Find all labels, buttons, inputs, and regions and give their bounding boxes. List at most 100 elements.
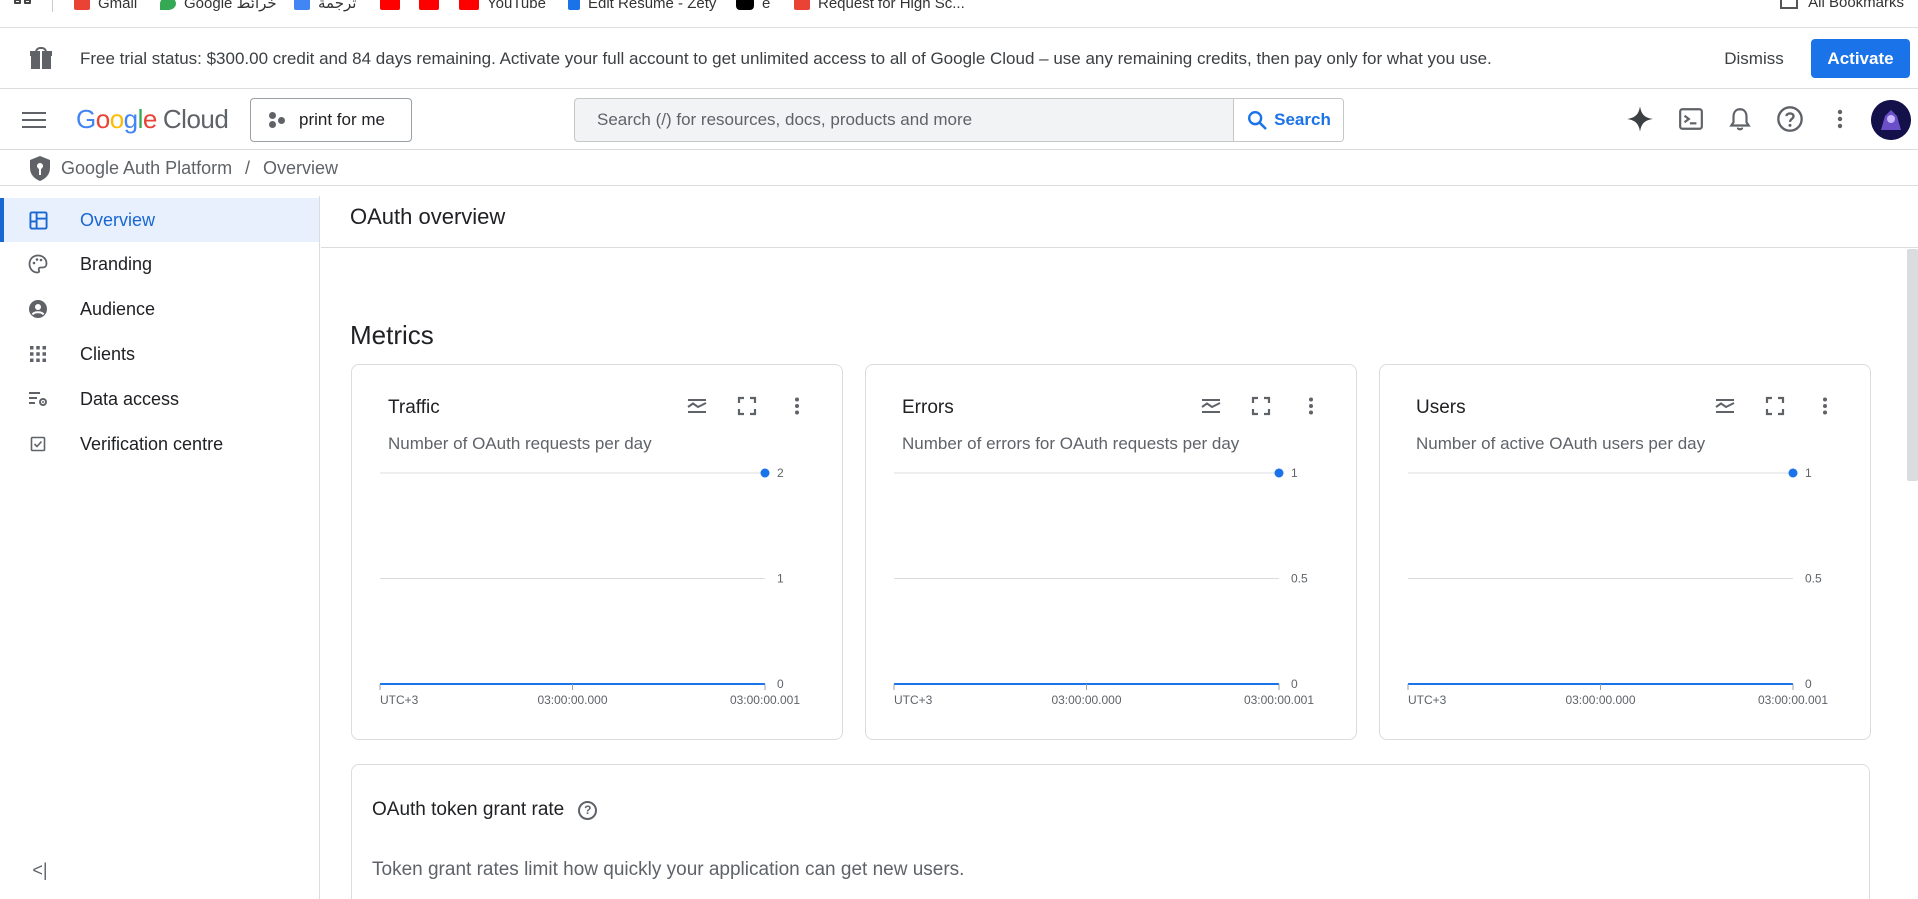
- search-input[interactable]: [575, 99, 1233, 141]
- help-circle-icon[interactable]: ?: [578, 800, 598, 820]
- bookmark-google-maps[interactable]: Google خرائط: [160, 0, 277, 12]
- project-dots-icon: [269, 112, 285, 128]
- metric-chart: 1 0.5 0 UTC+3 03:00:00.000 03:00:00.001: [1407, 466, 1828, 707]
- data-point[interactable]: [1788, 468, 1798, 478]
- data-point[interactable]: [760, 468, 770, 478]
- bookmark-youtube[interactable]: YouTube: [459, 0, 546, 12]
- account-avatar[interactable]: [1871, 100, 1911, 140]
- card-subtitle: Number of active OAuth users per day: [1416, 434, 1706, 453]
- more-vert-icon[interactable]: [1298, 393, 1324, 419]
- y-tick-label: 0: [1805, 677, 1812, 691]
- logo-cloud: Cloud: [162, 104, 229, 134]
- legend-toggle-icon[interactable]: [1712, 393, 1738, 419]
- x-tick-label: 03:00:00.000: [537, 693, 607, 707]
- project-name: print for me: [299, 110, 385, 129]
- auth-shield-icon: [30, 156, 50, 181]
- x-tick-label: 03:00:00.001: [1758, 693, 1828, 707]
- sidebar: Overview Branding Audience Clients Data …: [0, 196, 320, 899]
- metrics-heading: Metrics: [350, 320, 434, 350]
- gemini-sparkle-icon[interactable]: [1625, 104, 1655, 134]
- fullscreen-icon[interactable]: [734, 393, 760, 419]
- y-tick-label: 1: [777, 572, 784, 586]
- bookmark-request[interactable]: Request for High Sc...: [794, 0, 965, 12]
- sidebar-item-verification-centre[interactable]: Verification centre: [0, 422, 319, 466]
- youtube-icon: [419, 0, 439, 10]
- grant-rate-description: Token grant rates limit how quickly your…: [372, 859, 965, 880]
- main-content: OAuth overview Metrics Traffic Number of …: [321, 186, 1918, 899]
- search-button-label: Search: [1274, 110, 1331, 129]
- sidebar-item-label: Verification centre: [80, 433, 224, 454]
- legend-toggle-icon[interactable]: [684, 393, 710, 419]
- fullscreen-icon[interactable]: [1762, 393, 1788, 419]
- youtube-icon: [380, 0, 400, 10]
- data-point[interactable]: [1274, 468, 1284, 478]
- bookmark-translate[interactable]: ترجمة: [294, 0, 356, 12]
- cloud-shell-terminal-icon[interactable]: [1676, 104, 1706, 134]
- maps-pin-icon: [160, 0, 176, 10]
- card-subtitle: Number of errors for OAuth requests per …: [902, 434, 1240, 453]
- search-button[interactable]: Search: [1233, 99, 1343, 141]
- dismiss-button[interactable]: Dismiss: [1704, 40, 1804, 77]
- logo-google: Google: [76, 104, 157, 134]
- notifications-bell-icon[interactable]: [1725, 104, 1755, 134]
- breadcrumb-root[interactable]: Google Auth Platform: [61, 151, 232, 186]
- collapse-sidebar-icon[interactable]: <|: [30, 860, 50, 880]
- sidebar-item-overview[interactable]: Overview: [0, 198, 319, 242]
- main-menu-icon[interactable]: [22, 109, 46, 129]
- sidebar-item-label: Overview: [80, 209, 156, 230]
- bookmark-youtube-1[interactable]: [380, 0, 400, 12]
- help-icon[interactable]: [1775, 104, 1805, 134]
- page-header: OAuth overview: [321, 186, 1918, 248]
- activate-button[interactable]: Activate: [1811, 39, 1910, 78]
- metric-chart: 1 0.5 0 UTC+3 03:00:00.000 03:00:00.001: [893, 466, 1314, 707]
- x-tick-label: UTC+3: [894, 693, 933, 707]
- sidebar-item-clients[interactable]: Clients: [0, 332, 319, 376]
- y-tick-label: 0: [1291, 677, 1298, 691]
- scrollbar-thumb[interactable]: [1907, 249, 1918, 481]
- project-picker-button[interactable]: print for me: [250, 98, 412, 142]
- bookmark-youtube-2[interactable]: [419, 0, 439, 12]
- x-tick-label: UTC+3: [1408, 693, 1447, 707]
- token-grant-rate-card: OAuth token grant rate ? Token grant rat…: [351, 764, 1870, 899]
- card-title: Traffic: [388, 397, 440, 418]
- fullscreen-icon[interactable]: [1248, 393, 1274, 419]
- google-cloud-logo[interactable]: Google Cloud: [76, 102, 229, 136]
- sidebar-item-audience[interactable]: Audience: [0, 287, 319, 331]
- bookmark-label: Edit Resume - Zety: [588, 0, 717, 12]
- y-tick-label: 1: [1291, 466, 1298, 480]
- trial-status-text: Free trial status: $300.00 credit and 84…: [80, 49, 1492, 68]
- bookmark-favicon-icon: [736, 0, 754, 10]
- palette-icon: [28, 254, 48, 274]
- x-tick-label: 03:00:00.001: [1244, 693, 1314, 707]
- metric-card-traffic: Traffic Number of OAuth requests per day 2…: [351, 364, 843, 740]
- more-vert-icon[interactable]: [784, 393, 810, 419]
- folder-icon: [1780, 0, 1799, 9]
- bookmark-label: ترجمة: [318, 0, 357, 12]
- bookmark-e[interactable]: e: [736, 0, 770, 12]
- apps-grid-icon[interactable]: [14, 0, 34, 12]
- search-icon: [1248, 111, 1267, 130]
- more-options-icon[interactable]: [1825, 104, 1855, 134]
- sidebar-item-branding[interactable]: Branding: [0, 242, 319, 286]
- card-subtitle: Number of OAuth requests per day: [388, 434, 652, 453]
- youtube-icon: [459, 0, 479, 10]
- metric-card-users: Users Number of active OAuth users per da…: [1379, 364, 1871, 740]
- metric-card-errors: Errors Number of errors for OAuth request…: [865, 364, 1357, 740]
- all-bookmarks[interactable]: All Bookmarks: [1780, 0, 1904, 11]
- gift-icon: [30, 47, 52, 69]
- more-vert-icon[interactable]: [1812, 393, 1838, 419]
- bookmark-label: Request for High Sc...: [818, 0, 965, 12]
- legend-toggle-icon[interactable]: [1198, 393, 1224, 419]
- bookmark-zety[interactable]: Edit Resume - Zety: [568, 0, 716, 12]
- breadcrumb-current: Overview: [263, 158, 339, 178]
- metric-chart: 2 1 0 UTC+3 03:00:00.000 03:00:00.001: [379, 466, 800, 707]
- trial-banner: Free trial status: $300.00 credit and 84…: [0, 28, 1918, 89]
- all-bookmarks-label: All Bookmarks: [1808, 0, 1904, 11]
- bookmark-gmail[interactable]: Gmail: [74, 0, 137, 12]
- y-tick-label: 0.5: [1291, 572, 1308, 586]
- grant-rate-title-text: OAuth token grant rate: [372, 799, 565, 820]
- gmail-icon: [794, 0, 810, 10]
- card-title: Users: [1416, 397, 1466, 418]
- sidebar-item-data-access[interactable]: Data access: [0, 377, 319, 421]
- bookmark-label: YouTube: [487, 0, 546, 12]
